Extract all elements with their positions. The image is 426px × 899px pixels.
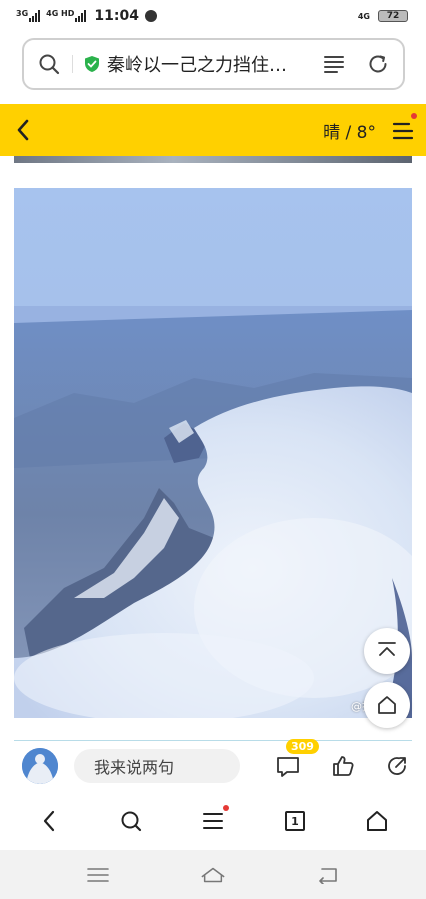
comment-button[interactable]: 309 [276, 739, 319, 779]
comment-placeholder: 我来说两句 [94, 758, 175, 777]
notification-dot [223, 805, 229, 811]
back-icon[interactable] [10, 117, 36, 143]
signal-2-label: 4G HD [46, 9, 75, 18]
network-label: 4G [357, 11, 370, 21]
previous-image-edge [14, 156, 412, 163]
comment-bar: 我来说两句 309 [0, 739, 426, 790]
share-button[interactable] [384, 753, 410, 779]
nav-home-button[interactable] [357, 801, 397, 841]
signal-2: 4G HD [46, 9, 87, 22]
reader-icon[interactable] [321, 51, 347, 77]
tabs-icon: 1 [285, 811, 305, 831]
home-icon [201, 867, 225, 882]
nav-tabs-button[interactable]: 1 [275, 801, 315, 841]
separator [72, 55, 73, 73]
back-icon [43, 810, 55, 832]
system-home-button[interactable] [200, 862, 226, 888]
signal-1: 3G [16, 9, 41, 22]
notification-icon [144, 10, 157, 22]
search-icon [121, 811, 142, 832]
notification-dot [411, 113, 417, 119]
system-back-button[interactable] [315, 862, 341, 888]
menu-button[interactable] [390, 113, 417, 143]
signal-bars-icon [29, 10, 41, 22]
share-icon [388, 757, 406, 775]
scroll-top-button[interactable] [364, 628, 410, 674]
comment-input[interactable]: 我来说两句 [74, 749, 240, 783]
address-bar[interactable]: 秦岭以一己之力挡住… [22, 38, 405, 90]
avatar[interactable] [22, 748, 58, 784]
home-icon [367, 811, 387, 831]
divider [14, 740, 412, 741]
like-button[interactable] [330, 753, 356, 779]
nav-search-button[interactable] [111, 801, 151, 841]
page-title[interactable]: 秦岭以一己之力挡住… [107, 51, 321, 77]
aerial-mountain-photo [14, 188, 412, 718]
nav-back-button[interactable] [29, 801, 69, 841]
screen: 3G 4G HD 11:04 4G 72 秦岭以一己之力挡住… 晴 / 8° 我… [0, 0, 426, 899]
signal-1-label: 3G [16, 9, 29, 18]
home-float-button[interactable] [364, 682, 410, 728]
comment-count-badge: 309 [286, 739, 319, 754]
channel-header: 晴 / 8° [0, 104, 426, 156]
recent-apps-button[interactable] [85, 862, 111, 888]
nav-menu-button[interactable] [193, 801, 233, 841]
scroll-top-icon [378, 642, 396, 656]
back-arrow-icon [319, 867, 338, 884]
refresh-icon[interactable] [365, 51, 391, 77]
home-icon [378, 696, 396, 714]
battery-icon: 72 [378, 10, 408, 22]
shield-icon [83, 55, 101, 73]
weather-label: 晴 / 8° [323, 122, 376, 143]
menu-icon [203, 813, 223, 829]
system-nav-bar [0, 850, 426, 899]
article-image[interactable]: @托马斯的 [14, 188, 412, 718]
recent-apps-icon [86, 867, 109, 882]
like-icon [333, 756, 354, 776]
signal-bars-icon [75, 10, 87, 22]
status-bar: 3G 4G HD 11:04 4G 72 [0, 0, 426, 32]
browser-toolbar: 1 [0, 796, 426, 846]
menu-icon [392, 122, 414, 140]
comment-icon [277, 757, 299, 777]
search-icon[interactable] [36, 51, 62, 77]
clock: 11:04 [94, 8, 139, 24]
